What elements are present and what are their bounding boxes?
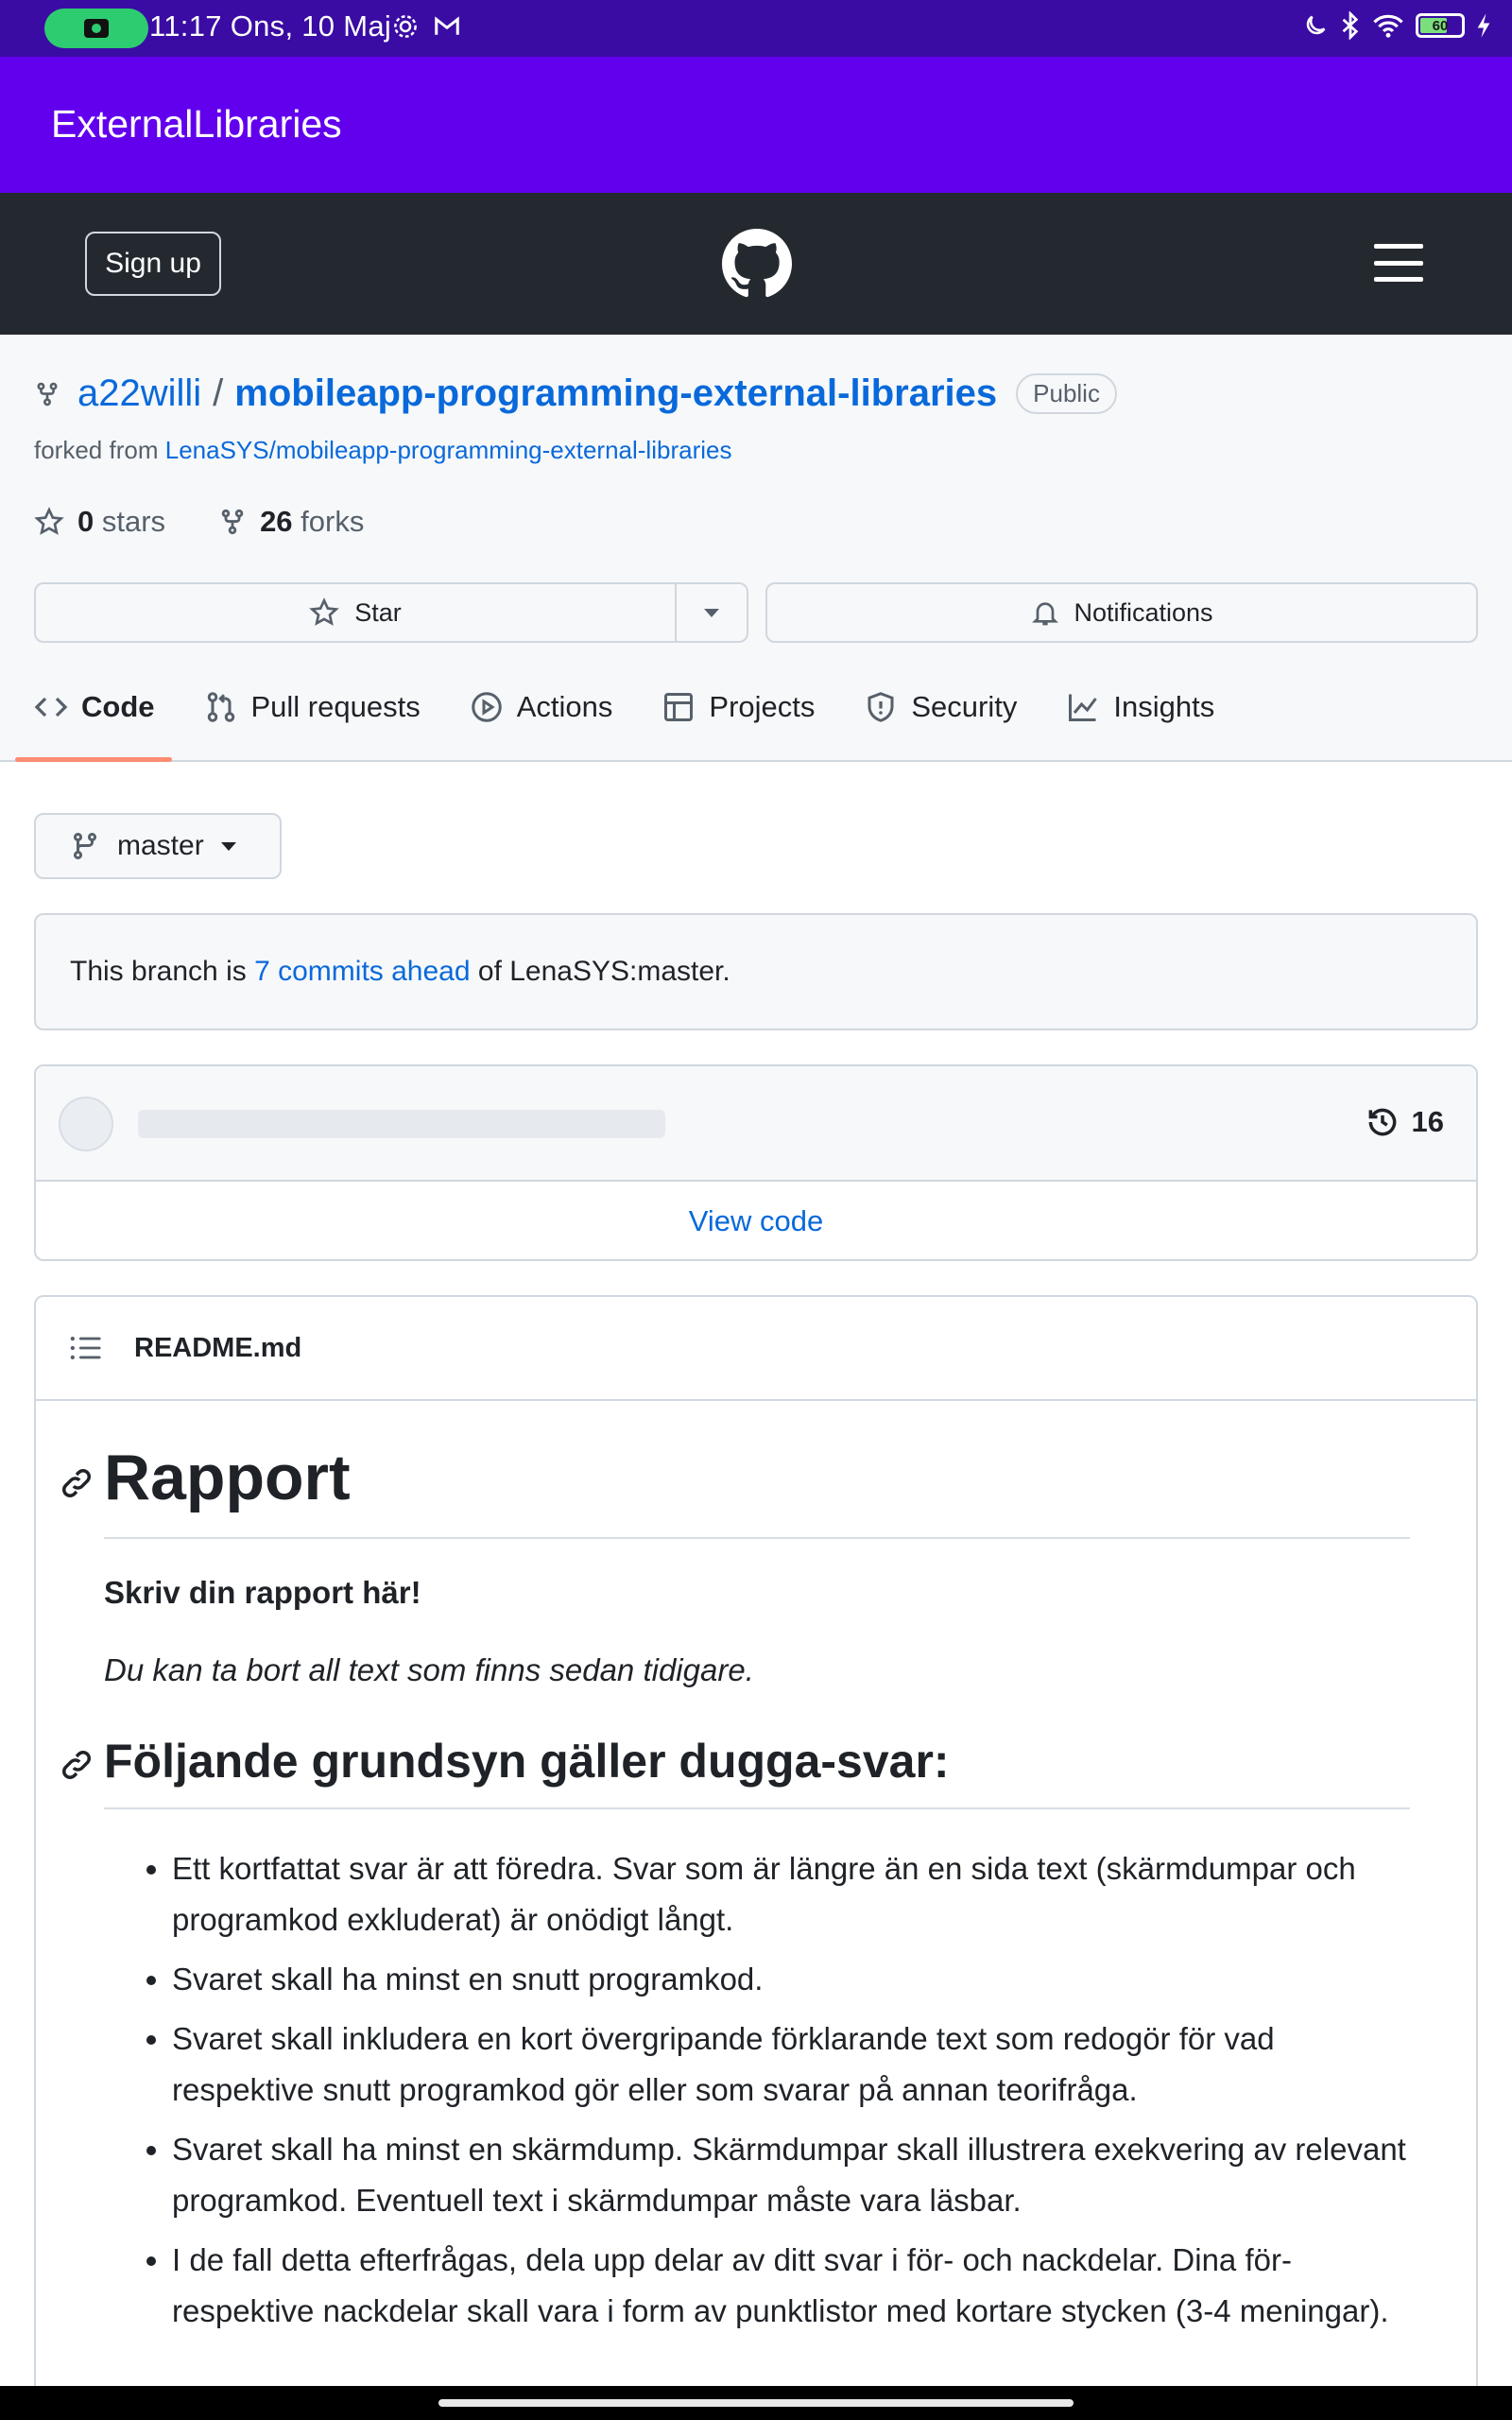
star-list-dropdown[interactable]	[677, 584, 747, 641]
link-anchor-icon[interactable]	[59, 1465, 94, 1501]
readme-bullet-list: Ett kortfattat svar är att föredra. Svar…	[104, 1843, 1410, 2337]
git-branch-icon	[73, 833, 96, 860]
list-item: Svaret skall ha minst en snutt programko…	[172, 1954, 1410, 2005]
forks-count-link[interactable]: 26 forks	[218, 505, 364, 539]
readme-filename: README.md	[134, 1332, 302, 1363]
gmail-icon	[435, 16, 459, 35]
star-icon	[309, 597, 340, 626]
star-icon	[34, 507, 64, 535]
settings-gear-icon	[394, 15, 417, 38]
menu-hamburger-icon[interactable]	[1374, 244, 1423, 282]
star-button[interactable]: Star	[36, 584, 677, 641]
tab-projects[interactable]: Projects	[662, 675, 815, 762]
list-item: Ett kortfattat svar är att föredra. Svar…	[172, 1843, 1410, 1945]
repo-header: a22willi / mobileapp-programming-externa…	[0, 335, 1512, 762]
wifi-icon	[1373, 14, 1403, 38]
repo-owner-link[interactable]: a22willi	[77, 372, 201, 415]
tab-insights[interactable]: Insights	[1066, 675, 1214, 762]
do-not-disturb-moon-icon	[1306, 15, 1326, 35]
fork-icon	[221, 509, 244, 535]
camera-icon	[84, 19, 109, 38]
play-icon	[471, 692, 502, 722]
battery-icon: 60	[1416, 13, 1465, 38]
avatar	[59, 1097, 113, 1151]
code-icon	[34, 697, 68, 717]
tab-code[interactable]: Code	[15, 675, 171, 762]
bell-icon	[1032, 602, 1059, 626]
latest-commit-box: 16 View code	[34, 1064, 1478, 1261]
branch-name: master	[117, 830, 204, 861]
repo-counts: 0 stars 26 forks	[34, 505, 364, 539]
github-logo-icon[interactable]	[722, 229, 792, 299]
tab-pull-requests[interactable]: Pull requests	[204, 675, 421, 762]
readme-content: Rapport Skriv din rapport här! Du kan ta…	[36, 1441, 1476, 2337]
repo-tabs: Code Pull requests Actions Projects Secu…	[15, 675, 1263, 762]
readme-panel: README.md Rapport Skriv din rapport här!…	[34, 1295, 1478, 2420]
repo-forked-icon	[37, 382, 58, 406]
home-gesture-handle[interactable]	[438, 2399, 1074, 2407]
history-icon	[1368, 1108, 1396, 1136]
readme-heading-1: Rapport	[62, 1441, 1410, 1539]
tab-actions[interactable]: Actions	[470, 675, 612, 762]
pull-request-icon	[207, 692, 234, 722]
stars-count-link[interactable]: 0 stars	[34, 505, 165, 539]
repo-title: a22willi / mobileapp-programming-externa…	[34, 372, 1117, 415]
star-button-group: Star	[34, 582, 748, 643]
commit-history-link[interactable]: 16	[1365, 1104, 1444, 1140]
link-anchor-icon[interactable]	[59, 1747, 94, 1783]
app-title: ExternalLibraries	[51, 102, 342, 146]
shield-icon	[868, 692, 894, 722]
app-bar: ExternalLibraries	[0, 57, 1512, 193]
view-code-link[interactable]: View code	[36, 1182, 1476, 1259]
screen-record-indicator[interactable]	[44, 9, 148, 48]
readme-italic-paragraph: Du kan ta bort all text som finns sedan …	[104, 1652, 754, 1687]
list-item: I de fall detta efterfrågas, dela upp de…	[172, 2235, 1410, 2337]
visibility-badge: Public	[1016, 373, 1117, 414]
caret-down-icon	[704, 608, 719, 617]
bluetooth-icon	[1342, 11, 1359, 40]
readme-header: README.md	[36, 1297, 1476, 1401]
branch-ahead-notice: This branch is 7 commits ahead of LenaSY…	[34, 913, 1478, 1030]
branch-selector[interactable]: master	[34, 813, 282, 879]
sign-up-button[interactable]: Sign up	[85, 232, 221, 296]
readme-heading-2: Följande grundsyn gäller dugga-svar:	[62, 1734, 1410, 1809]
forked-source-link[interactable]: LenaSYS/mobileapp-programming-external-l…	[165, 436, 732, 464]
repo-separator: /	[213, 372, 224, 414]
forked-from: forked from LenaSYS/mobileapp-programmin…	[34, 436, 732, 464]
commits-ahead-link[interactable]: 7 commits ahead	[254, 956, 470, 988]
system-navigation-bar	[0, 2386, 1512, 2420]
status-bar: 11:17 Ons, 10 Maj 60	[0, 0, 1512, 57]
repo-name-link[interactable]: mobileapp-programming-external-libraries	[234, 372, 997, 415]
notifications-button[interactable]: Notifications	[765, 582, 1478, 643]
table-icon	[664, 693, 694, 721]
charging-bolt-icon	[1477, 13, 1490, 38]
readme-bold-paragraph: Skriv din rapport här!	[104, 1575, 421, 1610]
status-time: 11:17 Ons, 10 Maj	[149, 9, 392, 43]
caret-down-icon	[220, 841, 236, 851]
github-header: Sign up	[0, 193, 1512, 335]
commit-message-placeholder	[138, 1110, 665, 1138]
list-item: Svaret skall ha minst en skärmdump. Skär…	[172, 2124, 1410, 2226]
list-outline-icon[interactable]	[70, 1334, 102, 1362]
list-item: Svaret skall inkludera en kort övergripa…	[172, 2014, 1410, 2116]
graph-icon	[1069, 694, 1098, 721]
tab-security[interactable]: Security	[864, 675, 1017, 762]
